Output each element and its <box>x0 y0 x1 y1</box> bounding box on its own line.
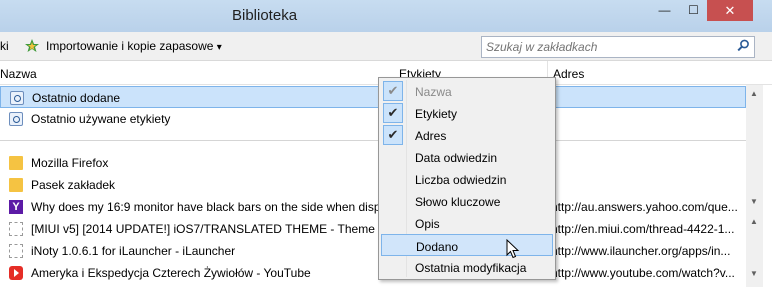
window-title: Biblioteka <box>232 7 298 24</box>
search-box[interactable] <box>481 36 755 58</box>
menu-item-label: Liczba odwiedzin <box>415 173 507 187</box>
scroll-down-icon[interactable]: ▼ <box>750 269 758 278</box>
list-separator <box>0 140 746 141</box>
list-item[interactable]: Pasek zakładek <box>0 174 746 196</box>
column-header-address[interactable]: Adres <box>553 67 584 81</box>
list-item-label: [MIUI v5] [2014 UPDATE!] iOS7/TRANSLATED… <box>31 222 396 236</box>
maximize-button[interactable]: ☐ <box>680 0 707 21</box>
minimize-button[interactable]: — <box>651 0 678 21</box>
menu-item-name: ✔ Nazwa <box>381 80 553 102</box>
checkmark-icon: ✔ <box>383 125 403 145</box>
menu-item-label: Etykiety <box>415 107 458 121</box>
window-titlebar: Biblioteka — ☐ ✕ <box>0 0 772 32</box>
list-item-url: http://au.answers.yahoo.com/que... <box>551 200 738 214</box>
menu-item-label: Słowo kluczowe <box>415 195 501 209</box>
menu-item-label: Nazwa <box>415 85 452 99</box>
list-item-label: Ostatnio dodane <box>32 91 121 105</box>
search-input[interactable] <box>482 37 732 57</box>
checkmark-icon: ✔ <box>383 103 403 123</box>
import-backup-button[interactable]: Importowanie i kopie zapasowe ▾ <box>46 39 222 53</box>
list-item[interactable]: Ameryka i Ekspedycja Czterech Żywiołów -… <box>0 262 746 284</box>
list-item[interactable]: Y Why does my 16:9 monitor have black ba… <box>0 196 746 218</box>
menu-item-address[interactable]: ✔ Adres <box>381 124 553 146</box>
list-item[interactable]: Ostatnio używane etykiety <box>0 108 746 130</box>
toolbar-item-partial[interactable]: ki <box>0 39 9 53</box>
list-item-label: Pasek zakładek <box>31 178 116 192</box>
menu-item-label: Opis <box>415 217 440 231</box>
checkmark-icon: ✔ <box>383 81 403 101</box>
menu-item-label: Dodano <box>416 240 459 254</box>
column-chooser-menu: ✔ Nazwa ✔ Etykiety ✔ Adres Data odwiedzi… <box>378 77 556 280</box>
menu-item-label: Ostatnia modyfikacja <box>415 261 527 275</box>
list-item-label: Ameryka i Ekspedycja Czterech Żywiołów -… <box>31 266 311 280</box>
menu-item-added[interactable]: Dodano <box>381 234 553 256</box>
folder-icon <box>9 178 23 192</box>
list-item-label: Mozilla Firefox <box>31 156 109 170</box>
list-item[interactable]: Ostatnio dodane <box>0 86 746 108</box>
vertical-scrollbar[interactable]: ▲ ▼ ▲ ▼ <box>746 85 763 287</box>
scroll-down-icon[interactable]: ▼ <box>750 197 758 206</box>
column-header-name[interactable]: Nazwa <box>0 67 37 81</box>
mouse-pointer-icon <box>506 238 520 259</box>
youtube-icon <box>9 266 23 280</box>
import-backup-label: Importowanie i kopie zapasowe <box>46 39 214 53</box>
list-item-label: Ostatnio używane etykiety <box>31 112 171 126</box>
list-item[interactable]: iNoty 1.0.6.1 for iLauncher - iLauncher … <box>0 240 746 262</box>
yahoo-icon: Y <box>9 200 23 214</box>
list-item-url: http://www.youtube.com/watch?v... <box>551 266 735 280</box>
list-item[interactable]: Mozilla Firefox <box>0 152 746 174</box>
page-icon <box>9 222 23 236</box>
menu-item-label: Data odwiedzin <box>415 151 498 165</box>
list-item-label: Why does my 16:9 monitor have black bars… <box>31 200 390 214</box>
scroll-up-icon[interactable]: ▲ <box>750 89 758 98</box>
list-item-label: iNoty 1.0.6.1 for iLauncher - iLauncher <box>31 244 236 258</box>
menu-item-last-modified[interactable]: Ostatnia modyfikacja <box>381 256 553 278</box>
search-icon[interactable] <box>737 39 750 55</box>
menu-item-keyword[interactable]: Słowo kluczowe <box>381 190 553 212</box>
scroll-up-icon[interactable]: ▲ <box>750 217 758 226</box>
menu-item-description[interactable]: Opis <box>381 212 553 234</box>
import-icon <box>24 38 40 57</box>
saved-search-icon <box>10 91 24 105</box>
page-icon <box>9 244 23 258</box>
menu-item-visit-date[interactable]: Data odwiedzin <box>381 146 553 168</box>
list-item-url: http://www.ilauncher.org/apps/in... <box>551 244 731 258</box>
chevron-down-icon: ▾ <box>216 42 222 53</box>
list-item[interactable]: [MIUI v5] [2014 UPDATE!] iOS7/TRANSLATED… <box>0 218 746 240</box>
list-item-url: http://en.miui.com/thread-4422-1... <box>551 222 735 236</box>
menu-item-visit-count[interactable]: Liczba odwiedzin <box>381 168 553 190</box>
saved-search-icon <box>9 112 23 126</box>
folder-icon <box>9 156 23 170</box>
close-button[interactable]: ✕ <box>707 0 753 21</box>
menu-item-label: Adres <box>415 129 447 143</box>
menu-item-tags[interactable]: ✔ Etykiety <box>381 102 553 124</box>
